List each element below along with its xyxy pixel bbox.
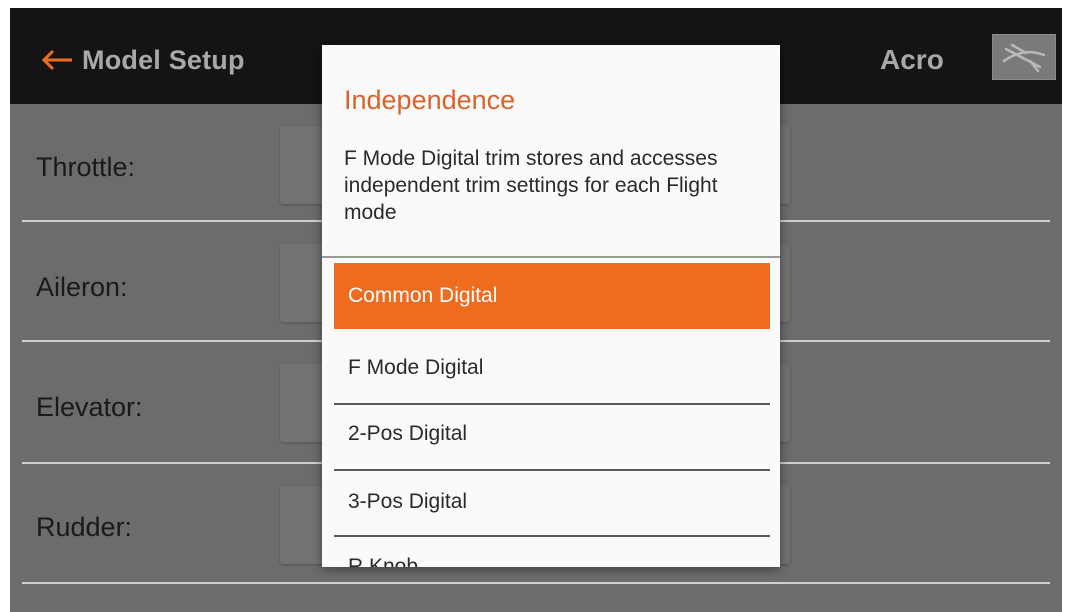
option-2-pos-digital[interactable]: 2-Pos Digital	[334, 401, 770, 467]
option-label: F Mode Digital	[348, 356, 484, 379]
independence-popup: Independence F Mode Digital trim stores …	[322, 45, 780, 567]
option-label: 2-Pos Digital	[348, 422, 468, 445]
option-common-digital[interactable]: Common Digital	[334, 263, 770, 329]
radio-screen: Model Setup Acro Throttle: Aileron: Elev…	[10, 8, 1062, 612]
option-f-mode-digital[interactable]: F Mode Digital	[334, 335, 770, 401]
option-r-knob[interactable]: R Knob	[334, 533, 770, 567]
row-label: Rudder:	[36, 512, 133, 542]
option-label: Common Digital	[348, 284, 498, 307]
popup-title: Independence	[344, 85, 516, 115]
option-3-pos-digital[interactable]: 3-Pos Digital	[334, 469, 770, 535]
row-label: Throttle:	[36, 152, 136, 182]
row-label: Aileron:	[36, 272, 128, 302]
page-title: Model Setup	[82, 44, 245, 75]
option-label: 3-Pos Digital	[348, 490, 468, 513]
popup-description: F Mode Digital trim stores and accesses …	[344, 147, 718, 224]
row-label: Elevator:	[36, 392, 143, 422]
option-label: R Knob	[348, 555, 419, 567]
option-list[interactable]: Common Digital F Mode Digital 2-Pos Digi…	[334, 263, 770, 567]
row-divider	[22, 582, 1050, 584]
left-arrow-icon	[41, 49, 72, 71]
popup-divider	[322, 256, 780, 258]
back-button[interactable]: Model Setup	[40, 40, 245, 80]
airplane-icon[interactable]	[992, 34, 1056, 80]
model-name: Acro	[880, 44, 944, 75]
